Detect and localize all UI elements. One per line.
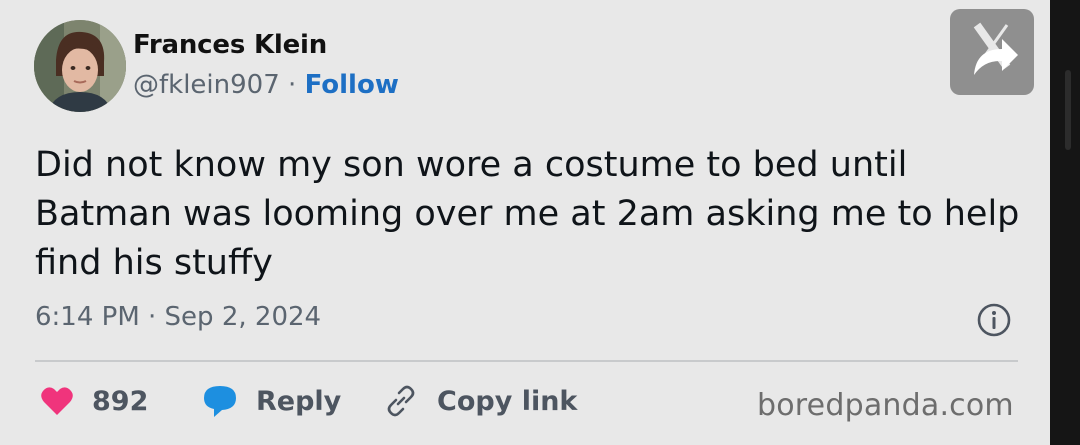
tweet-timestamp[interactable]: 6:14 PM · Sep 2, 2024 xyxy=(35,302,321,332)
heart-icon xyxy=(41,387,73,415)
reply-label: Reply xyxy=(256,385,342,417)
like-count: 892 xyxy=(92,385,149,417)
copy-link-button[interactable]: Copy link xyxy=(383,378,577,424)
speech-bubble-icon xyxy=(204,386,236,417)
author-name[interactable]: Frances Klein xyxy=(133,30,327,60)
like-button[interactable]: 892 xyxy=(40,378,148,424)
divider xyxy=(35,360,1018,362)
share-arrow-icon xyxy=(973,22,1018,75)
avatar[interactable] xyxy=(34,20,126,112)
author-handle-line: @fklein907 · Follow xyxy=(133,70,399,100)
author-handle[interactable]: @fklein907 xyxy=(133,70,280,100)
reply-button[interactable]: Reply xyxy=(202,378,341,424)
follow-button[interactable]: Follow xyxy=(305,70,399,100)
tweet-text: Did not know my son wore a costume to be… xyxy=(35,145,1020,283)
watermark: boredpanda.com xyxy=(757,388,1014,423)
x-share-button[interactable] xyxy=(950,9,1034,95)
handle-separator: · xyxy=(279,70,305,100)
scrollbar-track[interactable] xyxy=(1050,0,1080,445)
tweet-card: Frances Klein @fklein907 · Follow Did no… xyxy=(0,0,1050,445)
info-icon[interactable] xyxy=(976,302,1012,338)
link-icon xyxy=(387,385,415,417)
scrollbar-thumb[interactable] xyxy=(1065,70,1071,150)
copy-link-label: Copy link xyxy=(437,385,578,417)
avatar-portrait-image xyxy=(34,20,126,112)
